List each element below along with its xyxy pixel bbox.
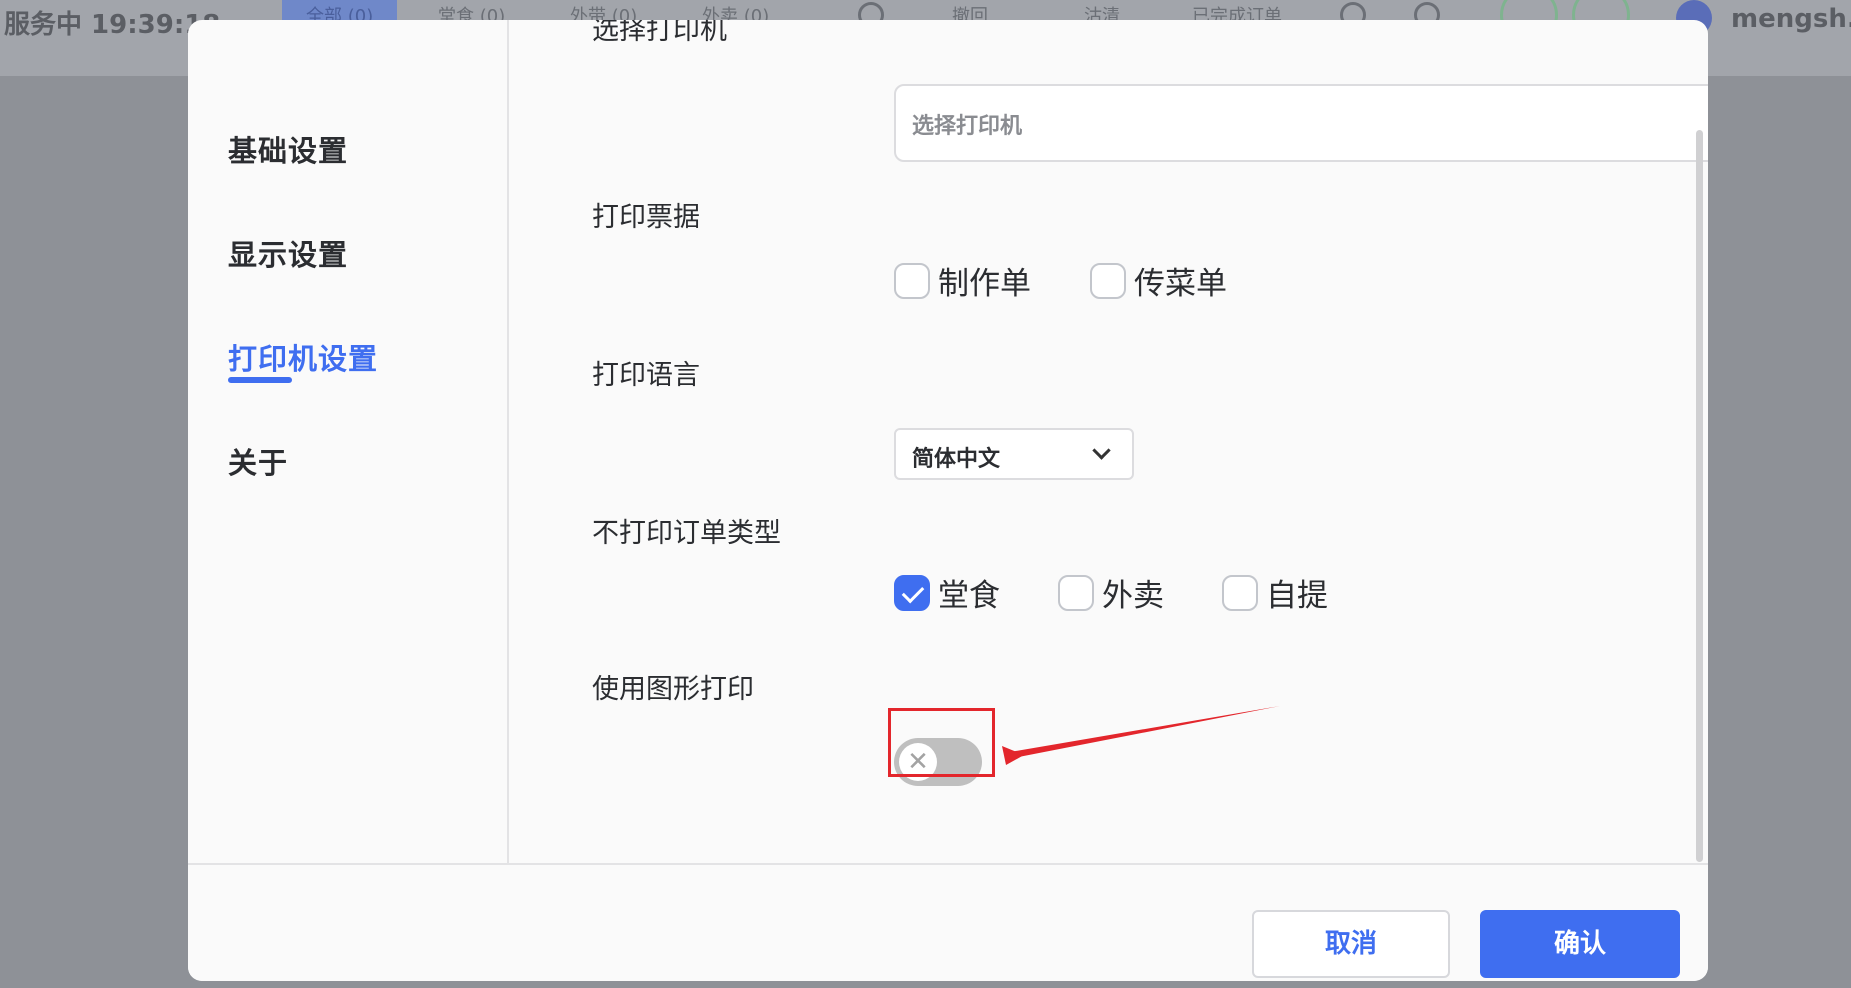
settings-nav: 基础设置 显示设置 打印机设置 关于 — [188, 20, 509, 863]
dialog-footer: 取消 确认 — [188, 863, 1708, 981]
user-name[interactable]: mengsh... — [1731, 4, 1851, 34]
nav-item-display-settings[interactable]: 显示设置 — [228, 232, 348, 274]
nav-item-printer-settings[interactable]: 打印机设置 — [228, 336, 378, 378]
settings-dialog: 基础设置 显示设置 打印机设置 关于 选择打印机 选择打印机 打印票据 制作单 … — [188, 20, 1708, 981]
nav-item-about[interactable]: 关于 — [228, 440, 288, 482]
confirm-button[interactable]: 确认 — [1480, 910, 1680, 978]
scrollbar[interactable] — [1696, 130, 1703, 862]
cancel-button[interactable]: 取消 — [1252, 910, 1450, 978]
printer-settings-panel: 选择打印机 选择打印机 打印票据 制作单 传菜单 打印语言 简体中文 不打印订单… — [510, 20, 1708, 863]
nav-item-basic-settings[interactable]: 基础设置 — [228, 128, 348, 170]
annotation-arrow-icon — [1002, 706, 1280, 765]
active-nav-indicator — [228, 377, 292, 383]
